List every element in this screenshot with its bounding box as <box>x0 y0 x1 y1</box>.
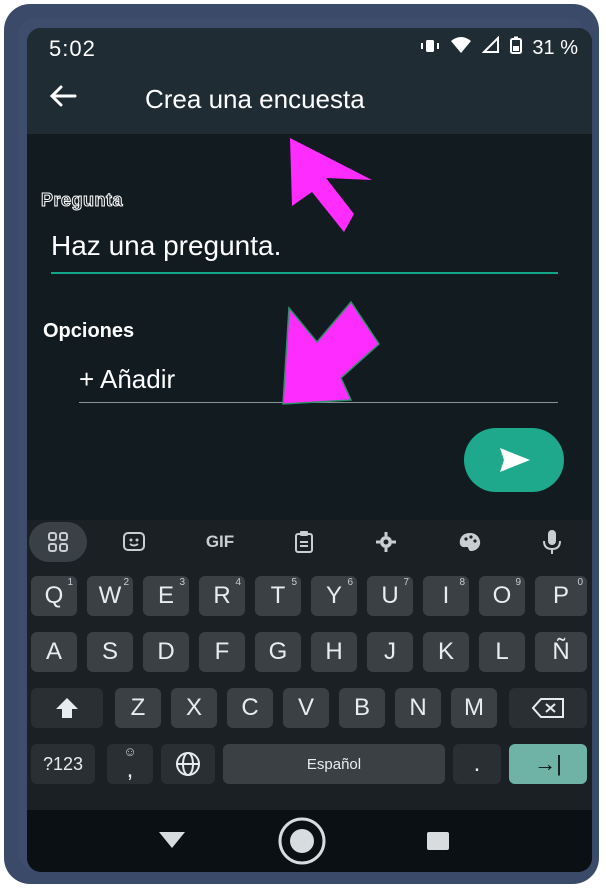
key-x[interactable]: X <box>171 688 217 728</box>
microphone-icon[interactable] <box>523 522 581 562</box>
key-r[interactable]: R4 <box>199 576 245 616</box>
globe-icon <box>176 752 200 776</box>
clipboard-icon[interactable] <box>275 522 333 562</box>
key-g[interactable]: G <box>255 632 301 672</box>
key-y[interactable]: Y6 <box>311 576 357 616</box>
wifi-icon <box>450 36 472 60</box>
key-k[interactable]: K <box>423 632 469 672</box>
key-f[interactable]: F <box>199 632 245 672</box>
key-s[interactable]: S <box>87 632 133 672</box>
key-q[interactable]: Q1 <box>31 576 77 616</box>
language-globe-key[interactable] <box>161 744 215 784</box>
options-label: Opciones <box>43 320 135 342</box>
key-j[interactable]: J <box>367 632 413 672</box>
key-e[interactable]: E3 <box>143 576 189 616</box>
key-t[interactable]: T5 <box>255 576 301 616</box>
key-m[interactable]: M <box>451 688 497 728</box>
battery-icon <box>510 36 523 60</box>
keyboard-toolbar: GIF <box>27 520 592 564</box>
enter-tab-key[interactable]: →| <box>509 744 587 784</box>
key-b[interactable]: B <box>339 688 385 728</box>
key-p[interactable]: P0 <box>535 576 587 616</box>
key-c[interactable]: C <box>227 688 273 728</box>
key-u[interactable]: U7 <box>367 576 413 616</box>
symbols-key[interactable]: ?123 <box>31 744 95 784</box>
key-n[interactable]: N <box>395 688 441 728</box>
battery-percent: 31 % <box>532 36 578 59</box>
question-input[interactable]: Haz una pregunta. <box>51 230 558 274</box>
back-triangle-icon[interactable] <box>157 830 187 850</box>
comma-key[interactable]: ☺ , <box>107 744 153 784</box>
apps-grid-icon[interactable] <box>29 522 87 562</box>
vibrate-icon <box>420 37 440 60</box>
phone-screen: 5:02 31 % Crea una encuesta Pregunta Haz… <box>27 28 592 872</box>
palette-icon[interactable] <box>441 522 499 562</box>
key-z[interactable]: Z <box>115 688 161 728</box>
keyboard: GIF Q1 W2 E3 R4 T5 Y6 U7 I8 O9 P0 A S D <box>27 520 592 810</box>
annotation-arrow-icon <box>282 300 380 405</box>
settings-gear-icon[interactable] <box>357 522 415 562</box>
backspace-key[interactable] <box>509 688 587 728</box>
key-a[interactable]: A <box>31 632 77 672</box>
key-w[interactable]: W2 <box>87 576 133 616</box>
send-icon <box>500 448 530 472</box>
gif-button[interactable]: GIF <box>191 522 249 562</box>
sticker-icon[interactable] <box>105 522 163 562</box>
send-button[interactable] <box>464 428 564 492</box>
signal-icon <box>481 35 500 60</box>
app-bar: Crea una encuesta <box>27 70 592 134</box>
key-i[interactable]: I8 <box>423 576 469 616</box>
question-label: Pregunta <box>40 190 124 211</box>
home-circle-icon[interactable] <box>277 816 327 866</box>
status-time: 5:02 <box>49 36 96 61</box>
poll-form: Pregunta Haz una pregunta. Opciones + Añ… <box>27 134 592 520</box>
key-v[interactable]: V <box>283 688 329 728</box>
shift-key[interactable] <box>31 688 103 728</box>
key-l[interactable]: L <box>479 632 525 672</box>
key-d[interactable]: D <box>143 632 189 672</box>
back-arrow-icon[interactable] <box>47 80 79 120</box>
period-key[interactable]: . <box>453 744 501 784</box>
status-icons: 31 % <box>420 35 578 60</box>
key-o[interactable]: O9 <box>479 576 525 616</box>
key-enye[interactable]: Ñ <box>535 632 587 672</box>
recents-square-icon[interactable] <box>425 830 451 852</box>
backspace-icon <box>531 698 564 718</box>
annotation-arrow-icon <box>290 138 372 232</box>
shift-arrow-icon <box>56 698 78 718</box>
spacebar-key[interactable]: Español <box>223 744 445 784</box>
status-bar: 5:02 31 % <box>27 28 592 70</box>
key-h[interactable]: H <box>311 632 357 672</box>
navigation-bar <box>27 810 592 872</box>
page-title: Crea una encuesta <box>145 84 365 114</box>
